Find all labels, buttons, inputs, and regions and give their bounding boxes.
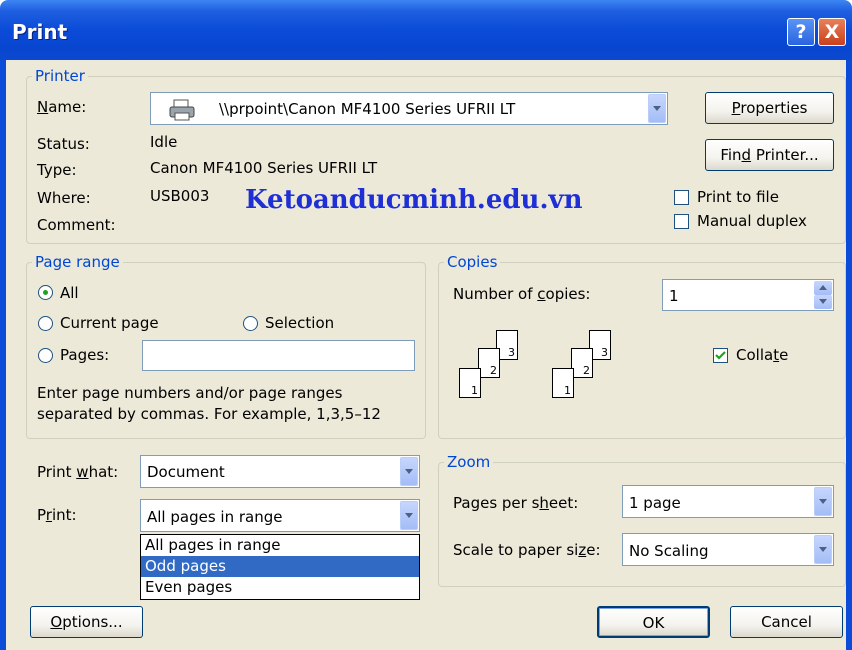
page-range-hint-line2: separated by commas. For example, 1,3,5–… xyxy=(37,405,381,423)
zoom-group xyxy=(438,462,846,587)
pages-per-sheet-value: 1 page xyxy=(629,494,681,512)
type-value: Canon MF4100 Series UFRII LT xyxy=(150,159,378,177)
collate-checkbox[interactable] xyxy=(713,348,728,363)
chevron-down-icon[interactable] xyxy=(814,487,832,516)
list-item[interactable]: Odd pages xyxy=(141,556,419,577)
options-button[interactable]: Options... xyxy=(30,606,143,638)
printer-name-value: \\prpoint\Canon MF4100 Series UFRII LT xyxy=(219,100,516,118)
copies-label: Copies xyxy=(444,253,501,271)
help-button[interactable]: ? xyxy=(787,18,815,46)
collate-label: Collate xyxy=(736,346,789,364)
chevron-down-icon[interactable] xyxy=(400,457,418,486)
print-to-file-checkbox[interactable] xyxy=(674,190,689,205)
find-printer-button[interactable]: Find Printer... xyxy=(705,139,834,171)
print-what-label: Print what: xyxy=(37,463,119,481)
print-label: Print: xyxy=(37,506,77,524)
chevron-down-icon[interactable] xyxy=(648,94,666,123)
copies-value: 1 xyxy=(669,287,679,305)
dialog-title: Print xyxy=(12,20,68,44)
print-what-combo[interactable]: Document xyxy=(140,455,420,488)
current-page-radio[interactable] xyxy=(38,316,53,331)
spin-down-icon[interactable] xyxy=(814,295,832,309)
scale-combo[interactable]: No Scaling xyxy=(622,533,834,566)
where-value: USB003 xyxy=(150,187,210,205)
printer-name-label: Name: xyxy=(37,98,87,116)
window-border-right xyxy=(846,60,852,650)
comment-label: Comment: xyxy=(37,216,116,234)
printer-name-combo[interactable]: \\prpoint\Canon MF4100 Series UFRII LT xyxy=(150,92,668,125)
chevron-down-icon[interactable] xyxy=(400,501,418,530)
print-combo[interactable]: All pages in range xyxy=(140,499,420,532)
page-icon: 1 xyxy=(459,368,481,398)
printer-icon xyxy=(169,99,195,125)
current-page-label: Current page xyxy=(60,314,159,332)
chevron-down-icon[interactable] xyxy=(814,535,832,564)
manual-duplex-label: Manual duplex xyxy=(697,212,807,230)
list-item[interactable]: Even pages xyxy=(141,577,419,598)
print-dialog: Print ? X Printer Name: \\prpoint\Canon … xyxy=(0,0,852,650)
all-radio[interactable] xyxy=(38,285,53,300)
pages-label: Pages: xyxy=(60,346,110,364)
where-label: Where: xyxy=(37,189,91,207)
manual-duplex-checkbox[interactable] xyxy=(674,214,689,229)
pages-per-sheet-combo[interactable]: 1 page xyxy=(622,485,834,518)
zoom-label: Zoom xyxy=(444,453,494,471)
all-radio-label: All xyxy=(60,284,79,302)
print-to-file-label: Print to file xyxy=(697,188,779,206)
cancel-button[interactable]: Cancel xyxy=(730,606,843,638)
status-label: Status: xyxy=(37,135,90,153)
print-value: All pages in range xyxy=(147,508,283,526)
pages-per-sheet-label: Pages per sheet: xyxy=(453,494,579,512)
page-icon: 2 xyxy=(571,348,593,378)
status-value: Idle xyxy=(150,133,178,151)
number-of-copies-label: Number of copies: xyxy=(453,285,591,303)
type-label: Type: xyxy=(37,161,77,179)
selection-label: Selection xyxy=(265,314,335,332)
properties-button[interactable]: Properties xyxy=(705,92,834,124)
close-button[interactable]: X xyxy=(818,18,846,46)
print-dropdown-list: All pages in range Odd pages Even pages xyxy=(140,534,420,600)
page-range-hint-line1: Enter page numbers and/or page ranges xyxy=(37,384,343,402)
copies-spinner[interactable]: 1 xyxy=(662,279,834,311)
page-icon: 2 xyxy=(478,348,500,378)
ok-button[interactable]: OK xyxy=(597,606,710,638)
pages-input[interactable] xyxy=(142,340,415,371)
pages-radio[interactable] xyxy=(38,348,53,363)
page-range-label: Page range xyxy=(32,253,123,271)
radio-selected-dot xyxy=(43,290,48,295)
title-bar[interactable]: Print ? X xyxy=(0,0,852,60)
scale-label: Scale to paper size: xyxy=(453,541,601,559)
selection-radio[interactable] xyxy=(243,316,258,331)
print-what-value: Document xyxy=(147,463,225,481)
watermark-text: Ketoanducminh.edu.vn xyxy=(245,185,583,215)
printer-group-label: Printer xyxy=(32,67,88,85)
scale-value: No Scaling xyxy=(629,542,709,560)
list-item[interactable]: All pages in range xyxy=(141,535,419,556)
page-icon: 1 xyxy=(552,368,574,398)
spin-up-icon[interactable] xyxy=(814,281,832,295)
checkmark-icon xyxy=(715,351,726,360)
